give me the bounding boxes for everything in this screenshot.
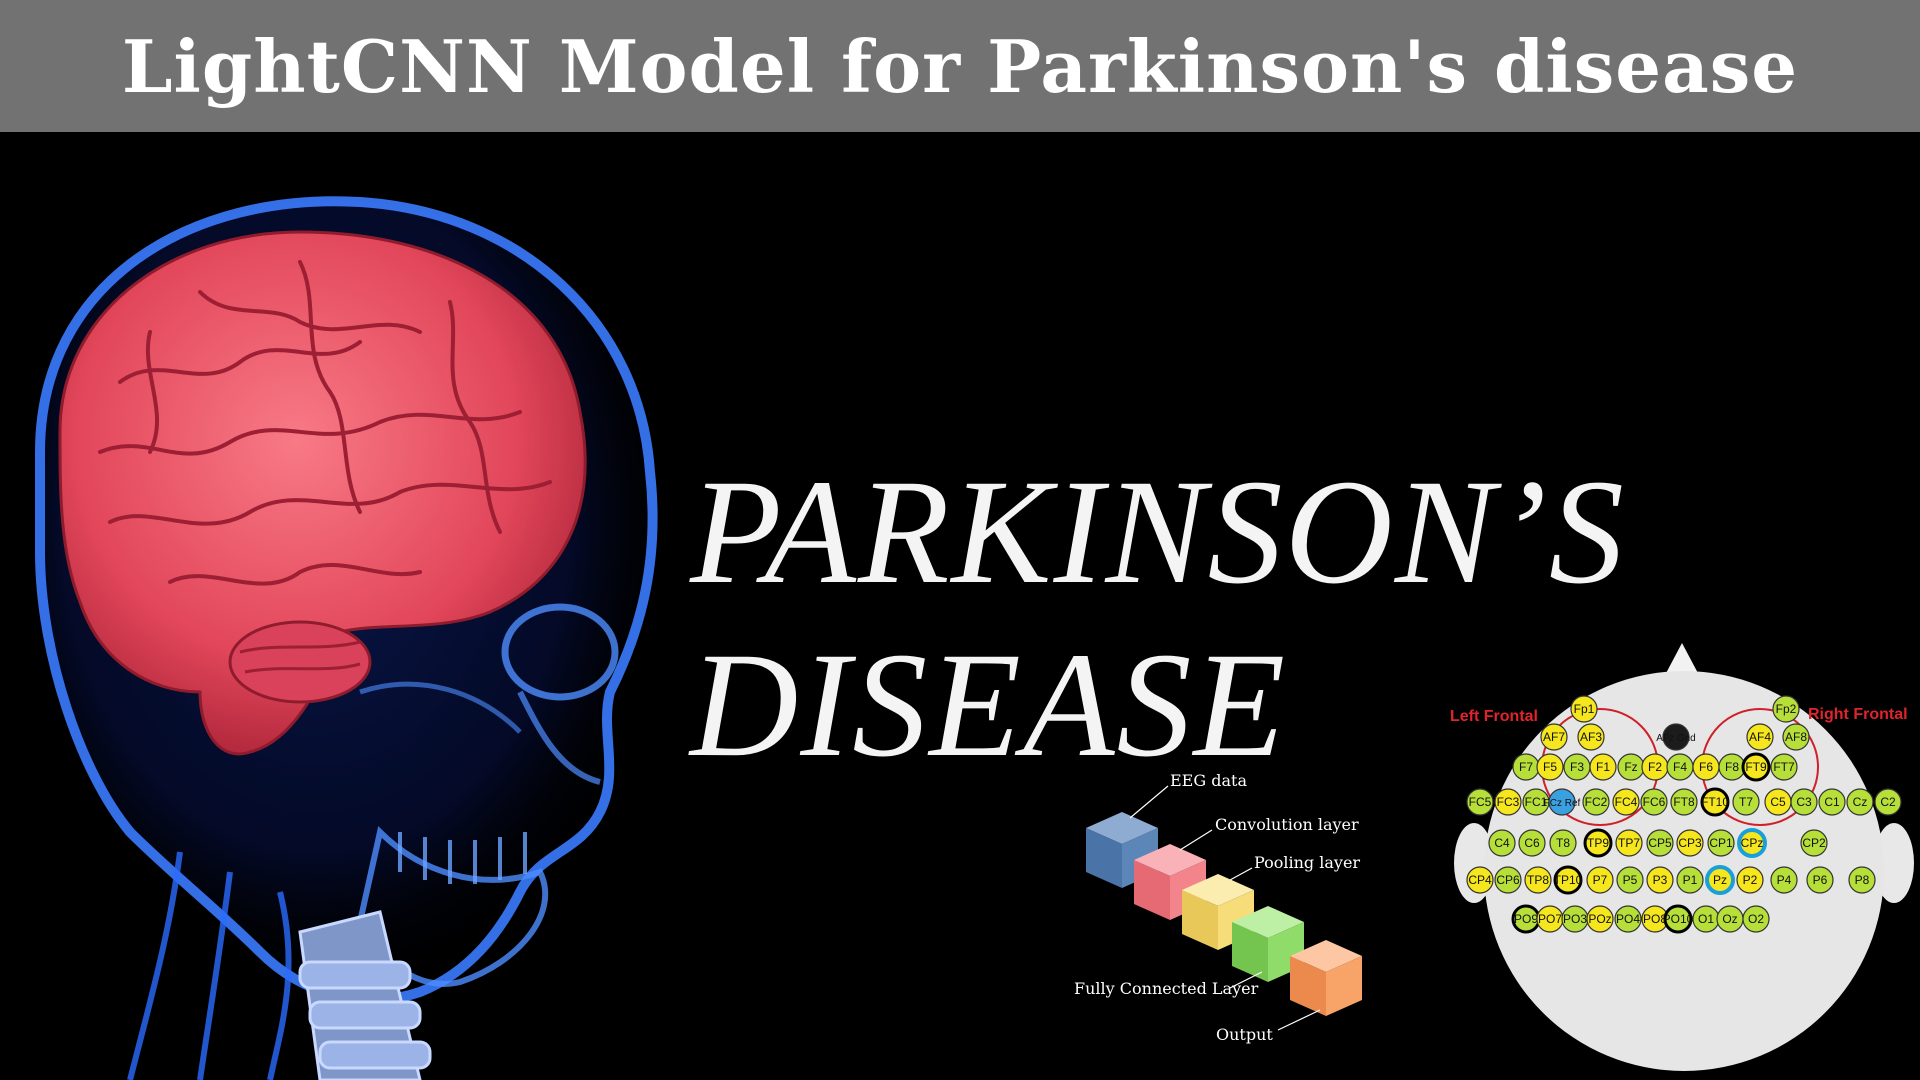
electrode-label: FCz Ref — [1544, 798, 1581, 809]
electrode-label: POz — [1588, 912, 1611, 926]
page-title: LightCNN Model for Parkinson's disease — [121, 23, 1799, 109]
cnn-architecture-diagram: EEG data Convolution layer Pooling layer… — [1074, 772, 1362, 1044]
electrode-label: F1 — [1596, 760, 1610, 774]
electrode-label: PO9 — [1514, 912, 1538, 926]
electrode-label: P8 — [1855, 873, 1870, 887]
electrode-label: F8 — [1725, 760, 1739, 774]
electrode-label: CP1 — [1709, 836, 1733, 850]
electrode-label: TP8 — [1527, 873, 1549, 887]
electrode-label: P3 — [1653, 873, 1668, 887]
electrode-label: AF7 — [1543, 730, 1565, 744]
electrode-label: Oz — [1722, 912, 1737, 926]
right-frontal-label: Right Frontal — [1808, 706, 1908, 723]
electrode-label: P7 — [1593, 873, 1608, 887]
electrode-label: T7 — [1739, 795, 1753, 809]
electrode-label: P1 — [1683, 873, 1698, 887]
electrode-label: CP3 — [1678, 836, 1702, 850]
electrode-label: AF8 — [1785, 730, 1807, 744]
electrode-label: PO3 — [1563, 912, 1587, 926]
electrode-label: CP6 — [1496, 873, 1520, 887]
electrode-label: P5 — [1623, 873, 1638, 887]
left-frontal-label: Left Frontal — [1450, 708, 1538, 725]
electrode-label: FC5 — [1469, 795, 1492, 809]
electrode-label: C3 — [1796, 795, 1812, 809]
electrode-label: T8 — [1556, 836, 1570, 850]
electrode-label: F5 — [1543, 760, 1557, 774]
cerebellum — [228, 620, 372, 704]
electrode-label: AF4 — [1749, 730, 1771, 744]
electrode-label: F4 — [1673, 760, 1687, 774]
electrode-label: Fp1 — [1574, 702, 1595, 716]
electrode-label: FT8 — [1673, 795, 1695, 809]
headline-line-2: DISEASE — [690, 622, 1288, 788]
electrode-label: TP9 — [1587, 836, 1609, 850]
electrode-label: C1 — [1824, 795, 1840, 809]
electrode-label: AF3 — [1580, 730, 1602, 744]
electrode-label: F7 — [1519, 760, 1533, 774]
output-block — [1290, 940, 1362, 1016]
electrode-label: O1 — [1698, 912, 1714, 926]
electrode-label: Cz — [1853, 795, 1868, 809]
electrode-label: AFz Gnd — [1656, 733, 1695, 744]
electrode-label: Pz — [1713, 873, 1727, 887]
electrode-label: CP5 — [1648, 836, 1672, 850]
headline-line-1: PARKINSON’S — [690, 449, 1626, 615]
electrode-label: FT10 — [1701, 795, 1729, 809]
brain-skull-illustration — [35, 196, 658, 1080]
electrode-label: P2 — [1743, 873, 1758, 887]
label-convolution: Convolution layer — [1215, 815, 1359, 834]
label-output: Output — [1216, 1025, 1273, 1044]
electrode-label: CP4 — [1468, 873, 1492, 887]
electrode-label: C5 — [1770, 795, 1786, 809]
electrode-label: PO7 — [1538, 912, 1562, 926]
electrode-label: CP2 — [1802, 836, 1826, 850]
electrode-label: FT9 — [1745, 760, 1767, 774]
electrode-label: FC2 — [1585, 795, 1608, 809]
label-fully-connected: Fully Connected Layer — [1074, 979, 1259, 998]
electrode-label: PO4 — [1616, 912, 1640, 926]
label-pooling: Pooling layer — [1254, 853, 1360, 872]
electrode-label: FC3 — [1497, 795, 1520, 809]
eeg-electrode-map: Left Frontal Right Frontal Fp1 Fp2 AF7 AF3 A… — [1450, 643, 1914, 1071]
electrode-label: P4 — [1777, 873, 1792, 887]
electrode-label: CPz — [1741, 836, 1764, 850]
electrode-label: F2 — [1648, 760, 1662, 774]
title-banner: LightCNN Model for Parkinson's disease — [0, 0, 1920, 132]
electrode-label: PO10 — [1663, 912, 1694, 926]
electrode-label: TP10 — [1554, 873, 1583, 887]
electrode-label: Fz — [1624, 760, 1637, 774]
electrode-label: Fp2 — [1776, 702, 1797, 716]
electrode-label: TP7 — [1618, 836, 1640, 850]
label-eeg-data: EEG data — [1170, 772, 1247, 790]
electrode-label: F3 — [1570, 760, 1584, 774]
electrode-label: C4 — [1494, 836, 1510, 850]
hero-image: PARKINSON’S DISEASE EEG data Convolution… — [0, 132, 1920, 1080]
electrode-label: P6 — [1813, 873, 1828, 887]
electrode-label: C2 — [1880, 795, 1896, 809]
electrode-label: FC4 — [1615, 795, 1638, 809]
electrode-label: O2 — [1748, 912, 1764, 926]
electrode-label: FC6 — [1643, 795, 1666, 809]
electrode-label: C6 — [1524, 836, 1540, 850]
electrode-label: F6 — [1699, 760, 1713, 774]
electrode-label: FT7 — [1773, 760, 1795, 774]
